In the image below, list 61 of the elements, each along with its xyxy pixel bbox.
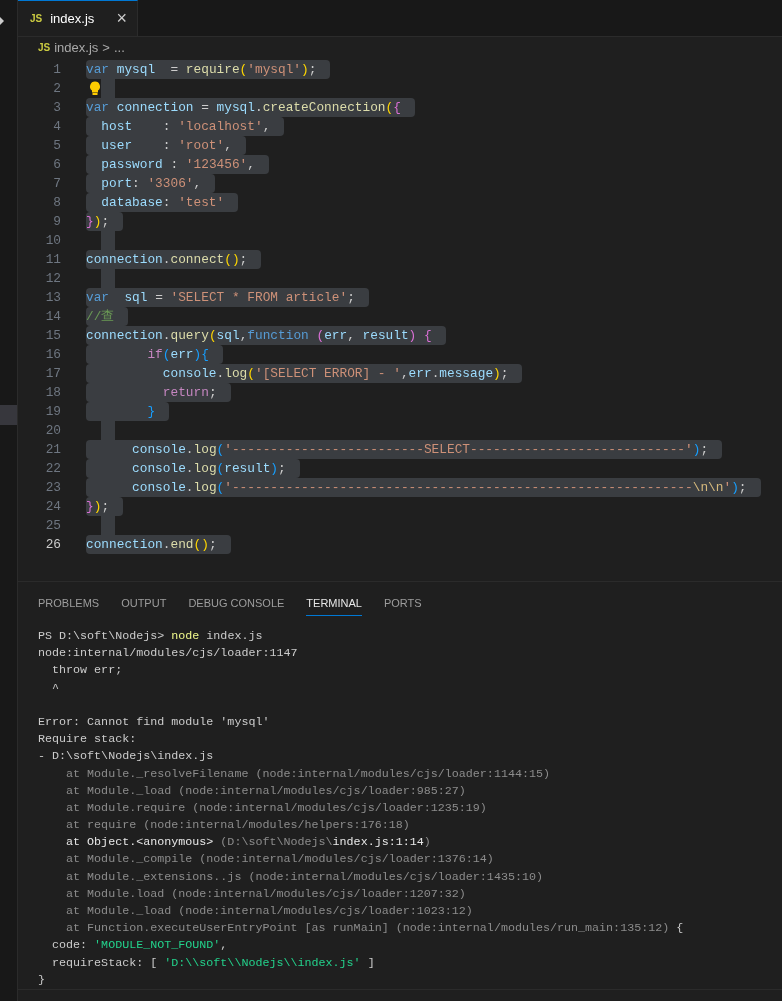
terminal-line: at Module.load (node:internal/modules/cjs/loader:1207:32)	[65, 886, 466, 901]
line-number: 1	[52, 60, 61, 79]
line-number: 11	[44, 250, 61, 269]
line-number: 21	[44, 440, 61, 459]
line-number: 25	[44, 516, 61, 535]
line-number: 12	[44, 269, 61, 288]
line-number: 7	[52, 174, 61, 193]
breadcrumb-separator: >	[102, 38, 110, 57]
close-icon[interactable]: ×	[116, 9, 127, 28]
js-file-icon: JS	[38, 40, 51, 56]
line-number: 9	[52, 212, 61, 231]
line-number: 23	[44, 478, 61, 497]
terminal-line: requireStack: [ 'D:\\soft\\Nodejs\\index.js' ]	[51, 955, 375, 970]
line-number: 8	[52, 193, 61, 212]
breadcrumb-item[interactable]: index.js	[54, 37, 99, 58]
js-file-icon: JS	[30, 10, 43, 26]
terminal-line: code: 'MODULE_NOT_FOUND',	[51, 938, 228, 953]
line-number: 17	[44, 364, 61, 383]
lightbulb-icon[interactable]	[89, 80, 101, 96]
chevron-icon[interactable]	[0, 17, 5, 25]
line-number: 15	[44, 326, 61, 345]
line-number: 4	[52, 117, 61, 136]
line-number: 24	[44, 497, 61, 516]
tab-label: index.js	[50, 9, 95, 28]
breadcrumb-item[interactable]: ...	[113, 37, 125, 58]
terminal-line: Error: Cannot find module 'mysql'	[38, 715, 270, 729]
line-number: 22	[44, 459, 61, 478]
editor-tab[interactable]: JS index.js ×	[18, 0, 138, 36]
line-number: 3	[52, 98, 61, 117]
line-number: 10	[44, 231, 61, 250]
line-number: 5	[52, 136, 61, 155]
line-number: 20	[44, 421, 61, 440]
terminal-line: throw err;	[51, 663, 123, 678]
terminal-line: at Module.require (node:internal/modules/cjs/loader:1235:19)	[65, 800, 487, 815]
panel-tab[interactable]: PORTS	[383, 590, 422, 617]
line-number: 19	[44, 402, 61, 421]
terminal-line: }	[38, 972, 45, 987]
terminal-line: PS D:\soft\Nodejs> node index.js	[38, 629, 263, 644]
terminal-line: - D:\soft\Nodejs\index.js	[38, 749, 214, 764]
terminal-line: at Module._extensions..js (node:internal/modules/cjs/loader:1435:10)	[65, 869, 543, 884]
panel-tab[interactable]: DEBUG CONSOLE	[188, 590, 285, 617]
terminal-line: Require stack:	[38, 732, 137, 747]
terminal-line: at Function.executeUserEntryPoint [as runMain] (node:internal/modules/run_main:135:12) {	[65, 921, 684, 936]
terminal-line: at Module._load (node:internal/modules/cjs/loader:1023:12)	[65, 904, 473, 919]
terminal-line: at Module._load (node:internal/modules/cjs/loader:985:27)	[65, 783, 466, 798]
terminal-line: at Module._compile (node:internal/modules/cjs/loader:1376:14)	[65, 852, 494, 867]
line-number: 26	[44, 535, 61, 554]
line-number: 6	[52, 155, 61, 174]
panel-tab[interactable]: PROBLEMS	[38, 590, 100, 617]
line-number: 18	[44, 383, 61, 402]
terminal-line: node:internal/modules/cjs/loader:1147	[38, 646, 298, 661]
terminal-line: ^	[51, 680, 60, 695]
line-number: 16	[44, 345, 61, 364]
line-number: 2	[52, 79, 61, 98]
panel-tab[interactable]: OUTPUT	[121, 590, 167, 617]
terminal-line: at Module._resolveFilename (node:internal/modules/cjs/loader:1144:15)	[65, 766, 550, 781]
line-number: 14	[44, 307, 61, 326]
terminal-line: at require (node:internal/modules/helpers:176:18)	[65, 818, 410, 833]
line-number: 13	[44, 288, 61, 307]
panel-tab[interactable]: TERMINAL	[306, 590, 362, 617]
terminal-line: at Object.<anonymous> (D:\soft\Nodejs\index.js:1:14)	[65, 835, 431, 850]
